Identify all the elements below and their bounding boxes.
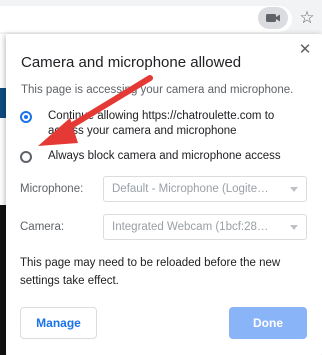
radio-option-allow[interactable]: Continue allowing https://chatroulette.c… (20, 109, 298, 139)
manage-button[interactable]: Manage (20, 307, 97, 339)
microphone-select-value: Default - Microphone (Logite… (112, 183, 269, 195)
radio-label-allow: Continue allowing https://chatroulette.c… (48, 110, 275, 137)
popup-title: Camera and microphone allowed (21, 54, 242, 71)
omnibox[interactable] (0, 6, 292, 32)
permission-popup: ✕ Camera and microphone allowed This pag… (6, 34, 322, 355)
radio-label-block: Always block camera and microphone acces… (48, 150, 281, 162)
star-icon[interactable]: ☆ (296, 6, 318, 30)
microphone-label: Microphone: (20, 183, 84, 195)
reload-note: This page may need to be reloaded before… (20, 257, 281, 287)
camera-label: Camera: (20, 221, 65, 233)
dropdown-arrow-icon (290, 225, 298, 230)
camera-select-value: Integrated Webcam (1bcf:28… (112, 221, 269, 233)
microphone-select[interactable]: Default - Microphone (Logite… (103, 176, 307, 202)
camera-select[interactable]: Integrated Webcam (1bcf:28… (103, 214, 307, 240)
popup-subtitle: This page is accessing your camera and m… (21, 84, 294, 96)
dropdown-arrow-icon (290, 187, 298, 192)
browser-toolbar: ☆ (0, 0, 322, 34)
radio-button-allow[interactable] (20, 111, 32, 123)
close-icon[interactable]: ✕ (296, 40, 314, 58)
camera-permission-chip[interactable] (258, 7, 288, 29)
done-button[interactable]: Done (229, 307, 307, 339)
radio-option-block[interactable]: Always block camera and microphone acces… (20, 149, 298, 164)
radio-button-block[interactable] (20, 151, 32, 163)
video-camera-icon (266, 14, 280, 22)
